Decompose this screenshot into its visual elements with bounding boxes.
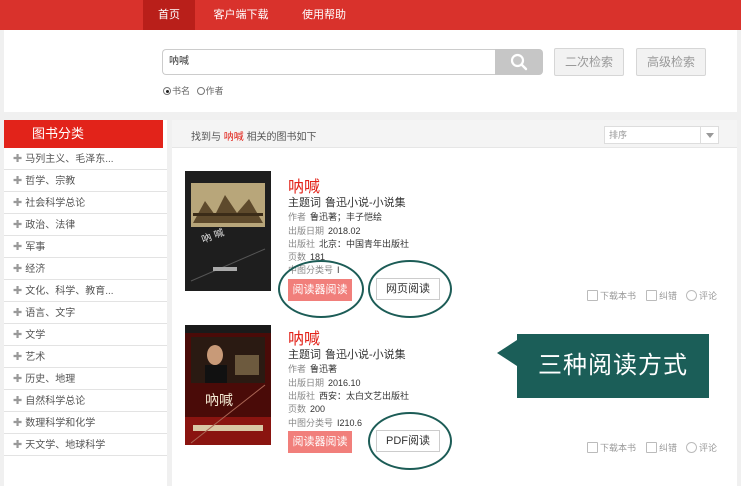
radio-title[interactable] (163, 87, 171, 95)
plus-icon: ✚ (13, 263, 23, 275)
book-cover-art: 吶喊 (185, 325, 271, 445)
comment-icon (686, 290, 697, 301)
category-item[interactable]: ✚ 军事 (4, 236, 167, 258)
book-cover-art: 吶 喊 (185, 171, 271, 291)
category-item[interactable]: ✚ 自然科学总论 (4, 390, 167, 412)
top-nav-bar: 首页 客户端下载 使用帮助 (0, 0, 741, 30)
plus-icon: ✚ (13, 417, 23, 429)
book-author: 作者 鲁迅著；丰子恺绘 (288, 212, 383, 222)
search-icon (510, 53, 528, 71)
sort-dropdown[interactable]: 排序 (604, 126, 719, 144)
callout-pointer (497, 340, 517, 366)
nav-home[interactable]: 首页 (143, 0, 195, 30)
category-item[interactable]: ✚ 历史、地理 (4, 368, 167, 390)
results-header: 找到与 呐喊 相关的图书如下 排序 (172, 120, 737, 148)
results-keyword: 呐喊 (223, 132, 244, 143)
plus-icon: ✚ (13, 351, 23, 363)
second-search-button[interactable]: 二次检索 (554, 48, 624, 76)
category-item[interactable]: ✚ 艺术 (4, 346, 167, 368)
download-icon (587, 290, 598, 301)
highlight-ring (368, 412, 452, 470)
category-item[interactable]: ✚ 数理科学和化学 (4, 412, 167, 434)
plus-icon: ✚ (13, 241, 23, 253)
search-type-radios: 书名 作者 (163, 84, 224, 97)
edit-icon (646, 442, 657, 453)
category-item[interactable]: ✚ 文化、科学、教育... (4, 280, 167, 302)
book-pages: 页数 200 (288, 404, 326, 414)
category-item[interactable]: ✚ 经济 (4, 258, 167, 280)
plus-icon: ✚ (13, 219, 23, 231)
category-item[interactable]: ✚ 社会科学总论 (4, 192, 167, 214)
book-publisher: 出版社 北京：中国青年出版社 (288, 239, 410, 249)
plus-icon: ✚ (13, 439, 23, 451)
category-item[interactable]: ✚ 文学 (4, 324, 167, 346)
category-item[interactable]: ✚ 哲学、宗教 (4, 170, 167, 192)
plus-icon: ✚ (13, 153, 23, 165)
search-button[interactable] (495, 49, 543, 75)
plus-icon: ✚ (13, 373, 23, 385)
radio-author-label: 作者 (205, 86, 224, 96)
nav-client-download[interactable]: 客户端下载 (207, 0, 275, 30)
edit-icon (646, 290, 657, 301)
comment-link[interactable]: 评论 (686, 289, 717, 302)
comment-link[interactable]: 评论 (686, 441, 717, 454)
plus-icon: ✚ (13, 307, 23, 319)
highlight-ring (368, 260, 452, 318)
search-panel: 呐喊 二次检索 高级检索 书名 作者 (4, 30, 737, 112)
plus-icon: ✚ (13, 329, 23, 341)
category-item[interactable]: ✚ 政治、法律 (4, 214, 167, 236)
plus-icon: ✚ (13, 395, 23, 407)
book-class: 中图分类号 I210.6 (288, 418, 363, 428)
advanced-search-button[interactable]: 高级检索 (636, 48, 706, 76)
reader-read-button[interactable]: 阅读器阅读 (288, 431, 352, 453)
comment-icon (686, 442, 697, 453)
results-summary: 找到与 呐喊 相关的图书如下 (191, 132, 317, 143)
svg-text:吶喊: 吶喊 (205, 393, 233, 409)
book-date: 出版日期 2016.10 (288, 378, 361, 388)
download-link[interactable]: 下载本书 (587, 289, 636, 302)
plus-icon: ✚ (13, 175, 23, 187)
nav-help[interactable]: 使用帮助 (292, 0, 356, 30)
book-cover[interactable]: 吶喊 (185, 325, 271, 445)
report-error-link[interactable]: 纠错 (646, 441, 677, 454)
download-icon (587, 442, 598, 453)
radio-title-label: 书名 (172, 86, 191, 96)
book-publisher: 出版社 西安：太白文艺出版社 (288, 391, 410, 401)
search-input[interactable]: 呐喊 (162, 49, 496, 75)
book-subject: 主题词 鲁迅小说-小说集 (288, 197, 406, 209)
category-sidebar: 图书分类 ✚ 马列主义、毛泽东... ✚ 哲学、宗教 ✚ 社会科学总论 ✚ 政治、法律 … (4, 120, 167, 486)
book-cover[interactable]: 吶 喊 (185, 171, 271, 291)
chevron-down-icon (700, 127, 718, 143)
results-panel: 找到与 呐喊 相关的图书如下 排序 吶 喊 呐喊 主题词 鲁迅小说-小说集 作者鲁… (172, 120, 737, 486)
report-error-link[interactable]: 纠错 (646, 289, 677, 302)
sidebar-title: 图书分类 (4, 120, 163, 148)
highlight-ring (278, 260, 364, 318)
book-subject: 主题词 鲁迅小说-小说集 (288, 349, 406, 361)
plus-icon: ✚ (13, 285, 23, 297)
callout-annotation: 三种阅读方式 (517, 334, 709, 398)
category-item[interactable]: ✚ 天文学、地球科学 (4, 434, 167, 456)
book-author: 作者 鲁迅著 (288, 364, 338, 374)
radio-author[interactable] (196, 87, 205, 95)
book-date: 出版日期 2018.02 (288, 226, 361, 236)
download-link[interactable]: 下载本书 (587, 441, 636, 454)
plus-icon: ✚ (13, 197, 23, 209)
category-item[interactable]: ✚ 马列主义、毛泽东... (4, 148, 167, 170)
category-item[interactable]: ✚ 语言、文字 (4, 302, 167, 324)
